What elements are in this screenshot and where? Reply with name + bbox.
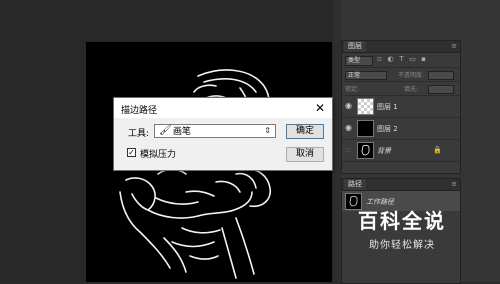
layer-thumbnail-black bbox=[357, 120, 374, 137]
fill-label: 填充: bbox=[404, 86, 419, 93]
simulate-pressure-label: 模拟压力 bbox=[140, 150, 177, 160]
layer-row-1[interactable]: ◉ 图层 1 bbox=[342, 96, 460, 118]
layer-row-2[interactable]: ◉ 图层 2 bbox=[342, 118, 460, 140]
brush-icon: 🖌 bbox=[159, 125, 172, 136]
tool-select-value: 画笔 bbox=[173, 127, 192, 137]
simulate-pressure-checkbox[interactable]: ✓ bbox=[127, 148, 136, 157]
lock-icon: 🔒 bbox=[433, 146, 442, 154]
layer-name: 图层 1 bbox=[377, 103, 398, 111]
eye-icon[interactable]: ◉ bbox=[345, 102, 353, 110]
tab-paths[interactable]: 路径 bbox=[344, 179, 366, 190]
layer-filter-bar: 类型 ▫ ◐ T ▭ ▪ bbox=[342, 53, 460, 68]
fist-thumbnail-icon bbox=[361, 144, 370, 156]
pixel-filter-icon[interactable]: ▫ bbox=[376, 56, 383, 63]
dialog-title: 描边路径 bbox=[121, 106, 158, 116]
tool-label: 工具: bbox=[128, 129, 150, 139]
type-filter-icon[interactable]: T bbox=[398, 56, 405, 63]
panel-menu-icon[interactable]: ≡ bbox=[451, 42, 457, 50]
shape-filter-icon[interactable]: ▭ bbox=[409, 56, 416, 63]
tool-select[interactable]: 🖌 画笔 ⇕ bbox=[154, 124, 276, 138]
opacity-label: 不透明度: bbox=[398, 72, 425, 79]
layer-name: 背景 bbox=[377, 147, 391, 155]
panel-menu-icon[interactable]: ≡ bbox=[451, 180, 457, 188]
layer-thumbnail-transparent bbox=[357, 98, 374, 115]
layers-panel-tabbar: 图层 ≡ bbox=[342, 41, 460, 53]
adjustment-filter-icon[interactable]: ◐ bbox=[387, 56, 394, 63]
smart-object-filter-icon[interactable]: ▪ bbox=[420, 56, 427, 63]
dialog-titlebar[interactable]: 描边路径 ✕ bbox=[114, 98, 332, 118]
layers-panel: 图层 ≡ 类型 ▫ ◐ T ▭ ▪ 正常 不透明度: 锁定: 填充: ◉ 图层 … bbox=[341, 40, 461, 174]
layer-name: 图层 2 bbox=[377, 125, 398, 133]
opacity-field[interactable] bbox=[428, 71, 454, 80]
stroke-path-dialog: 描边路径 ✕ 工具: 🖌 画笔 ⇕ 确定 取消 ✓ 模拟压力 bbox=[113, 97, 333, 171]
layer-row-background[interactable]: ▫ 背景 🔒 bbox=[342, 140, 460, 162]
watermark: 百科全说 助你轻松解决 bbox=[340, 205, 464, 257]
watermark-title: 百科全说 bbox=[358, 209, 446, 233]
layer-thumbnail-fist bbox=[357, 142, 374, 159]
confirm-button[interactable]: 确定 bbox=[286, 124, 324, 139]
cancel-button[interactable]: 取消 bbox=[286, 147, 324, 162]
fill-field[interactable] bbox=[428, 85, 454, 94]
lock-label: 锁定: bbox=[345, 86, 360, 93]
blend-mode-row: 正常 不透明度: bbox=[342, 68, 460, 82]
kind-filter-select[interactable]: 类型 bbox=[345, 56, 373, 66]
eye-icon[interactable]: ◉ bbox=[345, 124, 353, 132]
eye-hidden-icon[interactable]: ▫ bbox=[345, 146, 353, 154]
paths-panel-tabbar: 路径 ≡ bbox=[342, 179, 460, 191]
tab-layers[interactable]: 图层 bbox=[344, 41, 366, 52]
close-icon[interactable]: ✕ bbox=[312, 100, 328, 116]
lock-row: 锁定: 填充: bbox=[342, 82, 460, 96]
watermark-subtitle: 助你轻松解决 bbox=[369, 240, 435, 251]
chevron-updown-icon: ⇕ bbox=[264, 126, 271, 135]
blend-mode-select[interactable]: 正常 bbox=[345, 71, 387, 80]
